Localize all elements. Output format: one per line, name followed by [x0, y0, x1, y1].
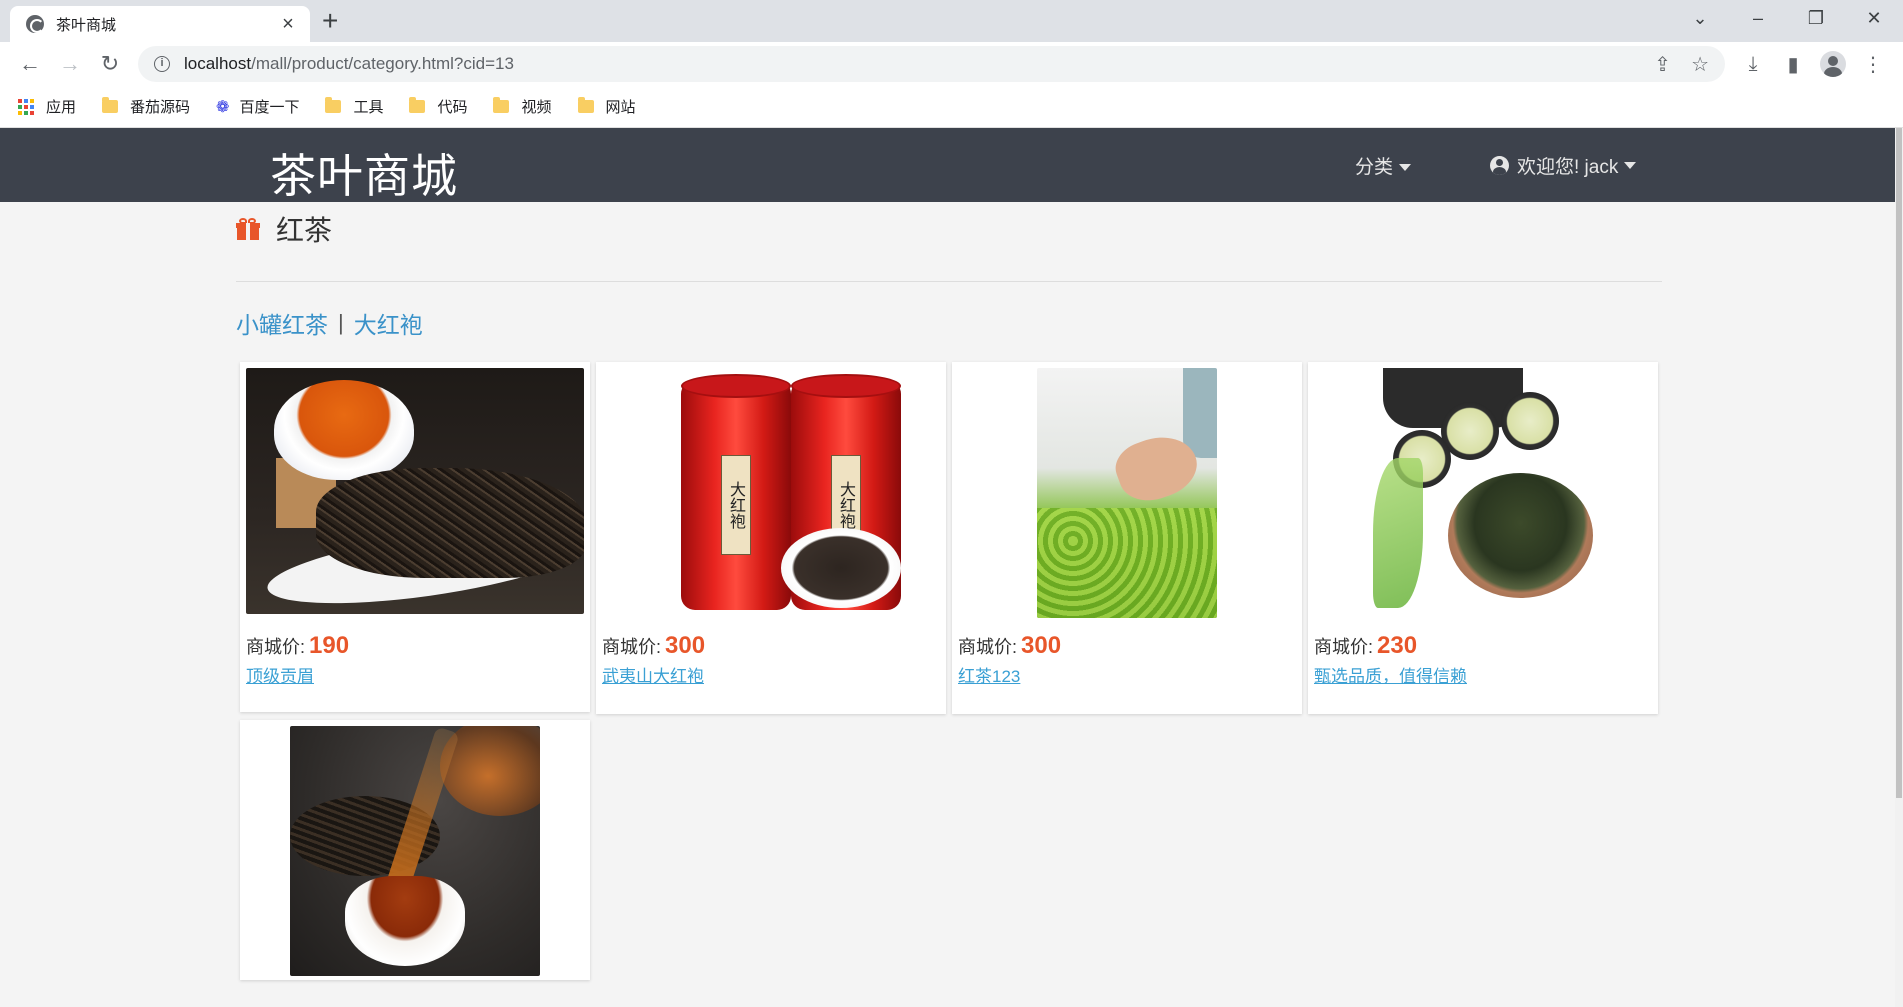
bookmark-label: 网站 — [605, 99, 636, 116]
category-dropdown-label: 分类 — [1355, 157, 1394, 178]
product-name-link[interactable]: 甄选品质，值得信赖 — [1314, 662, 1467, 687]
pouring-tea-image — [290, 726, 540, 976]
bookmark-folder[interactable]: 番茄源码 — [102, 96, 190, 117]
user-dropdown-label: 欢迎您! jack — [1517, 157, 1619, 178]
browser-tab[interactable]: 茶叶商城 × — [10, 6, 310, 42]
price-row: 商城价: 300 — [958, 632, 1296, 660]
browser-menu-icon[interactable]: ⋮ — [1853, 46, 1893, 82]
tea-leaves-with-cup-image — [246, 368, 584, 618]
address-bar[interactable]: i localhost/mall/product/category.html?c… — [138, 46, 1725, 82]
product-card[interactable]: 商城价: 230 甄选品质，值得信赖 — [1308, 362, 1658, 714]
url-text[interactable]: localhost/mall/product/category.html?cid… — [184, 54, 1634, 74]
bookmark-label: 番茄源码 — [130, 99, 191, 116]
category-dropdown[interactable]: 分类 — [1355, 152, 1412, 179]
price-label: 商城价: — [1314, 637, 1374, 657]
price-row: 商城价: 190 — [246, 632, 584, 660]
can-label: 大红袍 — [721, 455, 751, 555]
bookmark-label: 工具 — [353, 99, 384, 116]
product-image[interactable]: 大红袍 大红袍 — [602, 368, 940, 618]
reload-icon[interactable]: ↻ — [90, 46, 130, 82]
product-card[interactable]: 商城价: 190 顶级贡眉 — [240, 362, 590, 712]
scrollbar-thumb[interactable] — [1896, 128, 1902, 798]
category-title: 红茶 — [276, 214, 333, 246]
profile-avatar-icon — [1820, 51, 1846, 77]
globe-icon — [26, 15, 44, 33]
window-controls: ⌄ – ❐ ✕ — [1671, 0, 1903, 36]
browser-toolbar: ← → ↻ i localhost/mall/product/category.… — [0, 42, 1903, 86]
subcategory-links: 小罐红茶 | 大红袍 — [236, 306, 1662, 340]
close-window-icon[interactable]: ✕ — [1845, 0, 1903, 36]
url-host: localhost — [184, 54, 252, 73]
price-row: 商城价: 300 — [602, 632, 940, 660]
folder-icon — [102, 97, 119, 113]
price-value: 190 — [309, 632, 350, 659]
apps-grid-icon — [18, 98, 34, 115]
product-name-link[interactable]: 红茶123 — [958, 662, 1020, 687]
user-dropdown[interactable]: 欢迎您! jack — [1490, 152, 1637, 179]
bookmark-folder[interactable]: 代码 — [409, 96, 467, 117]
product-image[interactable] — [246, 368, 584, 618]
baidu-paw-icon: ❁ — [216, 98, 230, 116]
share-icon[interactable]: ⇪ — [1654, 52, 1671, 77]
tab-title: 茶叶商城 — [56, 16, 117, 34]
bookmark-label: 视频 — [521, 99, 552, 116]
bookmark-apps[interactable]: 应用 — [18, 96, 76, 117]
product-card[interactable] — [240, 720, 590, 980]
restore-icon[interactable]: ❐ — [1787, 0, 1845, 36]
bookmark-folder[interactable]: 工具 — [325, 96, 383, 117]
page-scrollbar[interactable] — [1895, 128, 1903, 1007]
side-panel-icon[interactable]: ▮ — [1773, 46, 1813, 82]
folder-icon — [325, 97, 342, 113]
subcategory-separator: | — [338, 310, 344, 335]
new-tab-icon[interactable]: + — [322, 6, 338, 36]
subcategory-link[interactable]: 小罐红茶 — [236, 306, 328, 340]
red-tea-cans-image: 大红袍 大红袍 — [651, 368, 901, 618]
product-name-link[interactable]: 武夷山大红袍 — [602, 662, 704, 687]
download-icon[interactable]: ⤓ — [1733, 46, 1773, 82]
url-path: /mall/product/category.html?cid=13 — [251, 54, 514, 73]
price-value: 300 — [1021, 632, 1062, 659]
product-image[interactable] — [1314, 368, 1652, 618]
close-tab-icon[interactable]: × — [278, 13, 298, 36]
folder-icon — [577, 97, 594, 113]
category-header: 红茶 — [236, 176, 1662, 282]
price-value: 230 — [1377, 632, 1418, 659]
price-row: 商城价: 230 — [1314, 632, 1652, 660]
tab-search-chevron-icon[interactable]: ⌄ — [1671, 0, 1729, 36]
bookmark-folder[interactable]: 视频 — [493, 96, 552, 117]
caret-down-icon — [1399, 164, 1412, 172]
folder-icon — [409, 97, 426, 113]
subcategory-link[interactable]: 大红袍 — [354, 306, 423, 340]
hand-picking-tea-image — [1037, 368, 1217, 618]
bookmark-label: 百度一下 — [239, 99, 300, 116]
minimize-icon[interactable]: – — [1729, 0, 1787, 36]
gift-icon — [236, 217, 260, 240]
user-circle-icon — [1490, 156, 1509, 175]
bookmark-label: 应用 — [46, 99, 77, 116]
profile-button[interactable] — [1813, 46, 1853, 82]
product-card[interactable]: 商城价: 300 红茶123 — [952, 362, 1302, 714]
bookmark-baidu[interactable]: ❁ 百度一下 — [216, 96, 299, 117]
browser-tab-strip: 茶叶商城 × + ⌄ – ❐ ✕ — [0, 0, 1903, 42]
caret-down-icon — [1624, 162, 1637, 169]
green-tea-bowl-image — [1373, 368, 1593, 618]
bookmark-folder[interactable]: 网站 — [577, 96, 636, 117]
forward-icon[interactable]: → — [50, 46, 90, 82]
site-info-icon[interactable]: i — [154, 56, 170, 72]
price-label: 商城价: — [958, 637, 1018, 657]
price-label: 商城价: — [602, 637, 662, 657]
product-name-link[interactable]: 顶级贡眉 — [246, 662, 314, 687]
product-image[interactable] — [958, 368, 1296, 618]
bookmarks-bar: 应用 番茄源码 ❁ 百度一下 工具 代码 视频 网站 — [0, 86, 1903, 128]
product-image[interactable] — [246, 726, 584, 976]
main-content: 红茶 小罐红茶 | 大红袍 商城价: 190 顶级贡眉 大红袍 大红袍 商城价:… — [236, 200, 1662, 980]
folder-icon — [493, 97, 510, 113]
back-icon[interactable]: ← — [10, 46, 50, 82]
bookmark-label: 代码 — [437, 99, 468, 116]
price-label: 商城价: — [246, 637, 306, 657]
product-grid: 商城价: 190 顶级贡眉 大红袍 大红袍 商城价: 300 武夷山大红袍 商城… — [240, 362, 1662, 980]
product-card[interactable]: 大红袍 大红袍 商城价: 300 武夷山大红袍 — [596, 362, 946, 714]
bookmark-star-icon[interactable]: ☆ — [1691, 52, 1709, 77]
price-value: 300 — [665, 632, 706, 659]
